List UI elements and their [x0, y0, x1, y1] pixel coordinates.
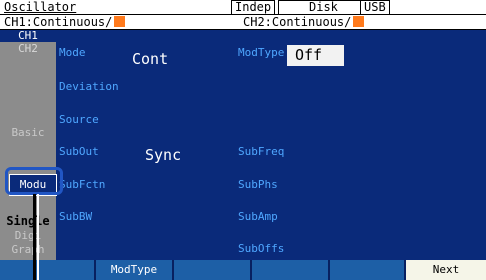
modtype-label[interactable]: ModType [238, 46, 284, 59]
mode-label[interactable]: Mode [59, 46, 86, 59]
subamp-label[interactable]: SubAmp [238, 210, 278, 223]
tab-graph[interactable]: Graph [0, 242, 56, 258]
softkey-1[interactable] [0, 260, 96, 280]
header-row-channels: CH1:Continuous/ CH2:Continuous/ [0, 15, 486, 30]
source-label[interactable]: Source [59, 113, 99, 126]
tab-basic[interactable]: Basic [0, 122, 56, 144]
header-bottom-line [0, 29, 486, 30]
subout-value: Sync [145, 146, 182, 164]
subfreq-label[interactable]: SubFreq [238, 145, 284, 158]
deviation-label[interactable]: Deviation [59, 80, 119, 93]
subfctn-label[interactable]: SubFctn [59, 178, 105, 191]
tab-ch1[interactable]: CH1 [0, 30, 56, 42]
menu-tab-strip: CH1 CH2 Basic Modu Single Digi Graph [0, 30, 57, 260]
status-header: Oscillator Indep Disk USB CH1:Continuous… [0, 0, 486, 30]
disk-indicator: Disk [278, 0, 362, 15]
subbw-label[interactable]: SubBW [59, 210, 92, 223]
tab-ch2[interactable]: CH2 [0, 42, 56, 56]
subout-label[interactable]: SubOut [59, 145, 99, 158]
mode-indicator: Indep [231, 0, 276, 15]
softkey-next[interactable]: Next [406, 260, 486, 280]
softkey-5[interactable] [330, 260, 406, 280]
ch2-color-swatch [353, 16, 365, 27]
callout-leader-line [33, 194, 36, 280]
modtype-value[interactable]: Off [287, 45, 344, 66]
oscillator-screen: Oscillator Indep Disk USB CH1:Continuous… [0, 0, 486, 280]
softkey-4[interactable] [252, 260, 330, 280]
ch1-color-swatch [114, 16, 126, 27]
usb-indicator: USB [360, 0, 390, 15]
softkey-modtype[interactable]: ModType [96, 260, 174, 280]
ch2-status: CH2:Continuous/ [243, 15, 365, 30]
suboffs-label[interactable]: SubOffs [238, 242, 284, 255]
ch1-status: CH1:Continuous/ [4, 15, 126, 30]
header-row-top: Oscillator Indep Disk USB [0, 0, 486, 15]
softkey-3[interactable] [174, 260, 252, 280]
softkey-bar: ModType Next [0, 260, 486, 280]
mode-value: Cont [132, 50, 169, 68]
callout-leader-line-edge [37, 194, 39, 280]
subphs-label[interactable]: SubPhs [238, 178, 278, 191]
page-title: Oscillator [4, 0, 77, 14]
highlight-callout-box [5, 167, 63, 195]
